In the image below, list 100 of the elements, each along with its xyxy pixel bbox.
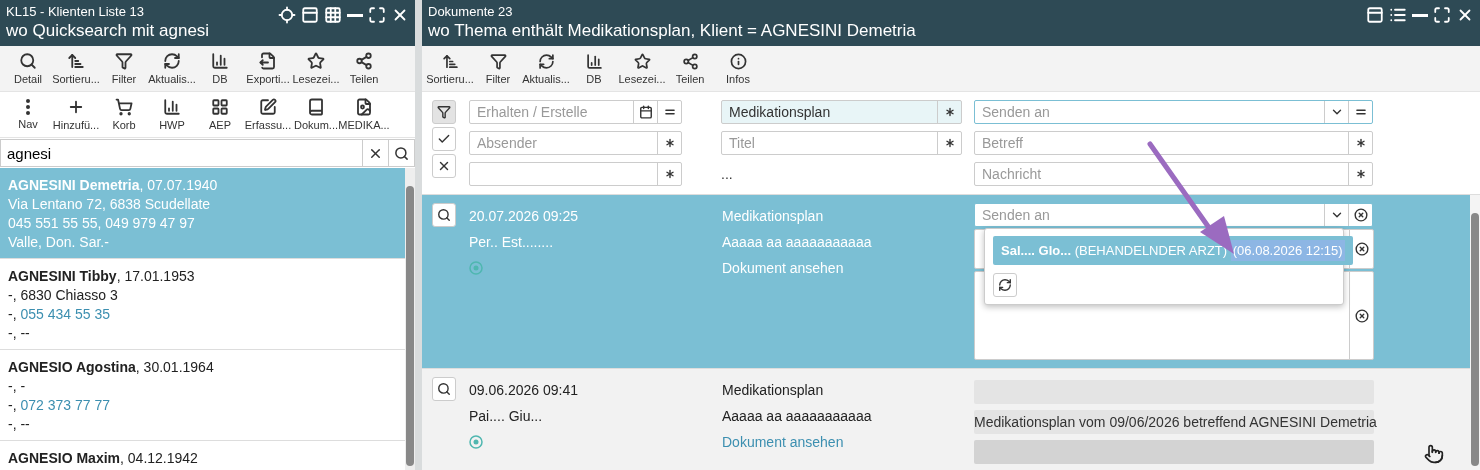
bar-chart-icon	[163, 98, 181, 116]
locate-icon	[278, 6, 296, 24]
client-address: Via Lentano 72, 6838 Scudellate	[8, 195, 211, 214]
star-icon	[307, 52, 325, 70]
filter-toggle-button[interactable]	[432, 100, 456, 124]
filter-toggle-button[interactable]	[432, 127, 456, 151]
recipient-field[interactable]: Senden an	[974, 100, 1373, 124]
scrollbar[interactable]	[1470, 195, 1480, 470]
toolbar-button[interactable]: Dokum...	[292, 95, 340, 134]
filter-toggle-button[interactable]	[432, 154, 456, 178]
title-field[interactable]: Titel	[721, 131, 962, 155]
clear-icon	[1353, 208, 1368, 222]
toolbar-button[interactable]: Lesezei...	[618, 49, 666, 88]
clear-icon	[1354, 308, 1369, 323]
toolbar-button[interactable]: Infos	[714, 49, 762, 88]
document-person: Per.. Est........	[469, 233, 555, 252]
close-icon	[437, 159, 451, 173]
client-phone: -, 072 373 77 77	[8, 396, 110, 415]
document-row[interactable]: 09.06.2026 09:41 Pai.... Giu... Medikationsplan Aaaaa aa aaaaaaaaaaa Dokument ansehen Medikationsplan vom 09/06/2026 betreffend AGNESINI Demetria	[422, 369, 1470, 470]
toolbar-button[interactable]: Sortieru...	[426, 49, 474, 88]
star-icon	[633, 52, 651, 70]
document-topic: Medikationsplan	[722, 381, 825, 400]
window-subtitle: wo Thema enthält Medikationsplan, Klient = AGNESINI Demetria	[428, 20, 916, 42]
filter-icon	[115, 52, 133, 70]
minimize-icon	[347, 13, 363, 17]
toolbar-button[interactable]: Aktualis...	[148, 49, 196, 88]
minimize-icon	[1412, 13, 1428, 17]
share-icon	[681, 52, 699, 70]
toolbar-button[interactable]: Teilen	[340, 49, 388, 88]
search-icon	[437, 382, 451, 396]
toolbar-button[interactable]: Korb	[100, 95, 148, 134]
toolbar-button[interactable]: Lesezei...	[292, 49, 340, 88]
toolbar-button[interactable]: AEP	[196, 95, 244, 134]
filter-icon	[489, 52, 507, 70]
toolbar-button[interactable]: Aktualis...	[522, 49, 570, 88]
date-field[interactable]: Erhalten / Erstelle	[469, 100, 682, 124]
document-date: 09.06.2026 09:41	[469, 381, 579, 400]
grid-icon	[324, 6, 342, 24]
book-icon	[307, 98, 325, 116]
client-phone: 045 551 55 55, 049 979 47 97	[8, 214, 195, 233]
toolbar-button[interactable]: Exporti...	[244, 49, 292, 88]
export-icon	[259, 52, 277, 70]
refresh-icon	[163, 52, 181, 70]
client-address: -, -	[8, 377, 26, 396]
badge-icon	[469, 261, 483, 275]
toolbar-button[interactable]: DB	[570, 49, 618, 88]
bar-chart-icon	[585, 52, 603, 70]
toolbar-button[interactable]: Filter	[100, 49, 148, 88]
check-icon	[437, 132, 451, 146]
text-input[interactable]: Erhalten / Erstelle	[470, 101, 633, 123]
toolbar-button[interactable]: Hinzufü...	[52, 95, 100, 134]
search-icon	[437, 208, 451, 222]
badge-icon	[469, 435, 483, 449]
refresh-icon	[537, 52, 555, 70]
text-input[interactable]: Senden an	[975, 204, 1324, 226]
layout-icon	[301, 6, 319, 24]
document-date: 20.07.2026 09:25	[469, 207, 579, 226]
client-name: AGNESINI Demetria, 07.07.1940	[8, 176, 218, 195]
toolbar-button[interactable]: Filter	[474, 49, 522, 88]
share-icon	[355, 52, 373, 70]
document-subtitle: Aaaaa aa aaaaaaaaaaa	[722, 233, 873, 252]
text-input[interactable]: Absender	[470, 132, 657, 154]
grid-icon	[211, 98, 229, 116]
topic-field[interactable]: Medikationsplan	[721, 100, 962, 124]
bar-chart-icon	[211, 52, 229, 70]
maximize-icon	[368, 6, 386, 24]
client-address: -, 6830 Chiasso 3	[8, 286, 118, 305]
dots-icon	[26, 99, 30, 115]
toolbar-button[interactable]: Teilen	[666, 49, 714, 88]
toolbar-button[interactable]: Detail	[4, 49, 52, 88]
recipient-field[interactable]: Senden an	[974, 203, 1373, 227]
filter-icon	[437, 105, 451, 119]
document-person: Pai.... Giu...	[469, 407, 544, 426]
search-button[interactable]	[432, 377, 456, 401]
toolbar-button[interactable]: DB	[196, 49, 244, 88]
client-note: -, --	[8, 415, 30, 434]
toolbar-button[interactable]: HWP	[148, 95, 196, 134]
client-name: AGNESINI Tibby, 17.01.1953	[8, 267, 195, 286]
text-input[interactable]: Senden an	[975, 101, 1324, 123]
toolbar-button[interactable]: Sortieru...	[52, 49, 100, 88]
search-button[interactable]	[432, 203, 456, 227]
toolbar-button[interactable]: MEDIKA...	[340, 95, 388, 134]
toolbar-button[interactable]: Erfassu...	[244, 95, 292, 134]
more-text: ...	[721, 166, 734, 182]
sort-icon	[67, 52, 85, 70]
search-icon	[394, 145, 409, 161]
sender-field[interactable]: Absender	[469, 131, 682, 155]
refresh-icon	[998, 278, 1012, 292]
refresh-button[interactable]	[993, 273, 1017, 297]
document-icon	[355, 98, 373, 116]
search-field[interactable]: agnesi	[0, 139, 415, 167]
input-field[interactable]	[469, 162, 682, 186]
toolbar-button[interactable]: Nav	[4, 95, 52, 134]
document-subtitle: Aaaaa aa aaaaaaaaaaa	[722, 407, 873, 426]
client-name: AGNESIO Maxim, 04.12.1942	[8, 449, 198, 468]
list-icon	[1389, 6, 1407, 24]
scrollbar[interactable]	[405, 168, 415, 470]
text-input[interactable]: Medikationsplan	[722, 101, 937, 123]
edit-icon	[259, 98, 277, 116]
text-input[interactable]: Titel	[722, 132, 937, 154]
